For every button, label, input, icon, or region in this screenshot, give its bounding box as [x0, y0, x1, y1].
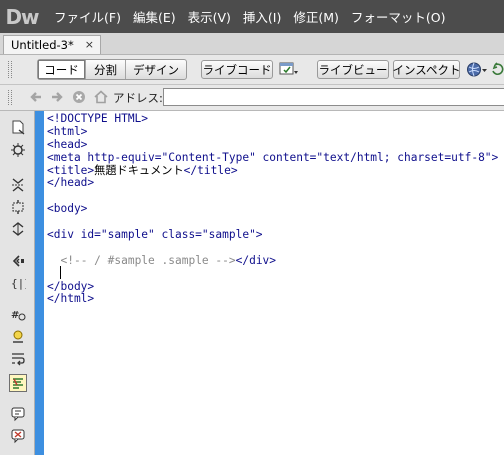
code-token-tag: <head>	[47, 137, 88, 151]
code-line[interactable]: </body>	[47, 279, 498, 294]
code-token-tag: <title>	[47, 163, 95, 177]
check-browser-icon[interactable]	[279, 62, 299, 77]
inspect-button[interactable]: インスペクト	[393, 60, 460, 79]
collapse-selection-icon[interactable]	[10, 199, 26, 215]
menu-edit[interactable]: 編集(E)	[133, 7, 176, 26]
code-line[interactable]	[47, 190, 498, 203]
code-token-tag: <html>	[47, 124, 88, 138]
code-token-tag: </body>	[47, 279, 95, 293]
addressbar-grip[interactable]	[11, 90, 15, 105]
code-token-text: 無題ドキュメント	[94, 163, 184, 177]
code-editor[interactable]: <!DOCTYPE HTML> <html> <head> <meta http-eq…	[44, 111, 504, 455]
code-token-tag: </head>	[47, 176, 95, 190]
app-logo: Dw	[5, 4, 39, 29]
expand-all-icon[interactable]	[10, 221, 26, 237]
menu-format[interactable]: フォーマット(O)	[351, 7, 446, 26]
apply-comment-icon[interactable]	[10, 406, 26, 422]
code-line[interactable]: <title>無題ドキュメント</title>	[47, 163, 498, 178]
split-view-button[interactable]: 分割	[86, 60, 126, 79]
menu-view[interactable]: 表示(V)	[188, 7, 231, 26]
show-code-navigator-icon[interactable]	[10, 142, 26, 158]
code-token-tag: <body>	[47, 202, 88, 216]
menu-modify[interactable]: 修正(M)	[293, 7, 339, 26]
syntax-coloring-icon[interactable]	[9, 374, 27, 392]
collapse-full-tag-icon[interactable]	[10, 177, 26, 193]
code-line[interactable]: <div id="sample" class="sample">	[47, 228, 498, 242]
svg-text:#: #	[11, 310, 19, 321]
code-line[interactable]: <!DOCTYPE HTML>	[47, 112, 498, 126]
code-token-tag: </div>	[235, 253, 277, 267]
globe-preview-icon[interactable]	[466, 61, 488, 78]
address-input[interactable]	[163, 88, 504, 106]
line-numbers-icon[interactable]: #	[10, 307, 26, 323]
code-token-tag: </title>	[183, 163, 238, 177]
open-documents-icon[interactable]	[10, 120, 26, 136]
home-icon[interactable]	[94, 90, 108, 104]
code-content[interactable]: <!DOCTYPE HTML> <html> <head> <meta http-eq…	[47, 112, 499, 306]
view-mode-switch: コード 分割 デザイン	[37, 59, 187, 80]
svg-text:{|}: {|}	[11, 277, 26, 290]
code-token-tag: <div id="sample" class="sample">	[47, 228, 263, 242]
back-arrow-icon[interactable]	[29, 90, 43, 104]
editor-gutter	[35, 111, 44, 455]
document-toolbar: コード 分割 デザイン ライブコード ライブビュー インスペクト	[0, 55, 504, 85]
word-wrap-icon[interactable]	[10, 351, 26, 367]
document-tab-strip: Untitled-3* ×	[0, 33, 504, 55]
menu-bar: Dw ファイル(F) 編集(E) 表示(V) 挿入(I) 修正(M) フォーマッ…	[0, 0, 504, 33]
code-line[interactable]	[47, 268, 498, 281]
code-line[interactable]: </head>	[47, 177, 498, 190]
code-line[interactable]: <!-- / #sample .sample --></div>	[47, 253, 498, 268]
coding-toolbar: {|} #	[0, 111, 35, 455]
code-token-tag: <!DOCTYPE HTML>	[47, 112, 149, 125]
menu-insert[interactable]: 挿入(I)	[243, 7, 281, 26]
live-code-button[interactable]: ライブコード	[201, 60, 273, 79]
address-label: アドレス:	[113, 91, 163, 105]
code-line[interactable]: <body>	[47, 202, 498, 216]
forward-arrow-icon[interactable]	[50, 90, 64, 104]
toolbar-grip[interactable]	[11, 61, 15, 78]
highlight-invalid-code-icon[interactable]	[10, 329, 26, 345]
code-line[interactable]: </html>	[47, 293, 498, 306]
code-token-tag: </html>	[47, 292, 95, 306]
menu-file[interactable]: ファイル(F)	[54, 7, 121, 26]
balance-braces-icon[interactable]: {|}	[10, 275, 26, 291]
document-tab-title: Untitled-3*	[11, 38, 74, 52]
text-cursor	[60, 266, 61, 279]
close-tab-icon[interactable]: ×	[85, 38, 94, 51]
code-token-comment: <!-- / #sample .sample -->	[60, 253, 236, 267]
remove-comment-icon[interactable]	[10, 428, 26, 444]
code-line[interactable]: <html>	[47, 124, 498, 139]
design-view-button[interactable]: デザイン	[126, 60, 186, 79]
document-tab[interactable]: Untitled-3* ×	[3, 35, 101, 54]
address-bar: アドレス:	[0, 85, 504, 111]
code-view-button[interactable]: コード	[38, 60, 86, 79]
stop-icon[interactable]	[72, 90, 86, 104]
live-view-button[interactable]: ライブビュー	[317, 60, 389, 79]
refresh-icon[interactable]	[490, 61, 504, 78]
code-token-tag: <meta http-equiv="Content-Type" content=…	[47, 150, 499, 164]
select-parent-tag-icon[interactable]	[10, 253, 26, 269]
